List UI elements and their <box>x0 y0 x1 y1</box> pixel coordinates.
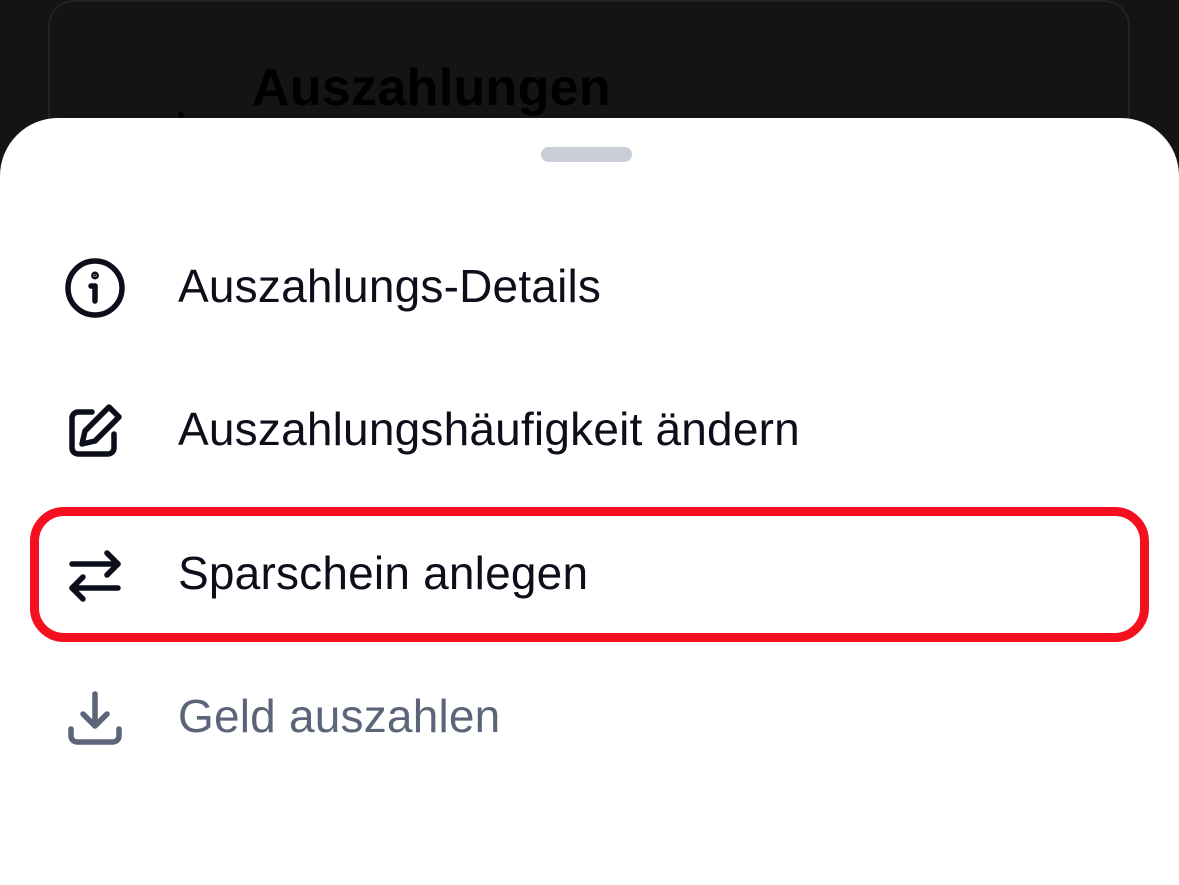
download-icon <box>62 685 128 751</box>
menu-item-label: Auszahlungshäufigkeit ändern <box>178 403 800 455</box>
menu-item-label: Geld auszahlen <box>178 690 501 742</box>
arrows-left-right-icon <box>62 542 128 608</box>
menu-item-change-frequency[interactable]: Auszahlungshäufigkeit ändern <box>0 377 1179 477</box>
bottom-sheet: Auszahlungs-Details Auszahlungshäufigkei… <box>0 118 1179 885</box>
background-title: Auszahlungen <box>252 59 611 117</box>
edit-square-icon <box>62 398 128 464</box>
sheet-drag-handle[interactable] <box>541 147 632 162</box>
info-circle-icon <box>62 255 128 321</box>
menu-item-label: Sparschein anlegen <box>178 547 589 599</box>
menu-item-withdraw-money[interactable]: Geld auszahlen <box>0 664 1179 764</box>
menu-item-create-savings[interactable]: Sparschein anlegen <box>0 521 1179 621</box>
menu-item-label: Auszahlungs-Details <box>178 260 602 312</box>
menu-item-payout-details[interactable]: Auszahlungs-Details <box>0 234 1179 334</box>
